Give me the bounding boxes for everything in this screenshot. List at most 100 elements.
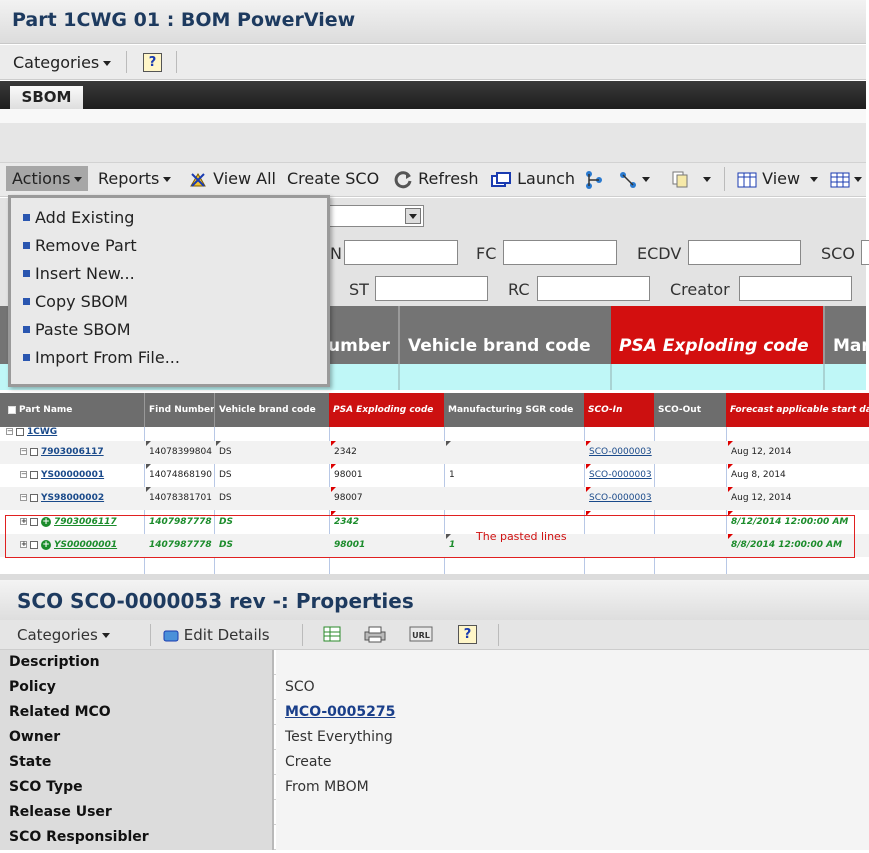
row-checkbox[interactable] [30, 470, 38, 479]
header-manufacturing[interactable]: Man [825, 306, 869, 364]
url-icon[interactable]: URL [408, 625, 434, 643]
edit-details-button[interactable]: Edit Details [163, 626, 270, 644]
view-all-button[interactable]: View All [189, 169, 276, 188]
part-link[interactable]: 1CWG [27, 427, 57, 437]
actions-label: Actions [12, 169, 71, 188]
menu-item-import-from-file[interactable]: Import From File... [23, 348, 180, 367]
n-label: N [330, 244, 342, 263]
menu-item-copy-sbom[interactable]: Copy SBOM [23, 292, 128, 311]
property-row-state: State Create [0, 750, 869, 775]
chevron-down-icon [854, 177, 862, 182]
reports-menu-button[interactable]: Reports [98, 169, 172, 188]
toolbar-divider [302, 624, 303, 646]
cell-part-name: − YS98000002 [16, 487, 144, 510]
th-sco-in[interactable]: SCO-In [584, 393, 654, 427]
column-divider [823, 364, 825, 390]
menu-item-add-existing[interactable]: Add Existing [22, 208, 134, 227]
help-icon[interactable]: ? [458, 625, 477, 644]
launch-button[interactable]: Launch [490, 169, 575, 189]
row-checkbox[interactable] [30, 447, 38, 456]
table-view-icon [737, 172, 757, 187]
property-value: MCO-0005275 [276, 700, 869, 725]
fc-input[interactable] [503, 240, 617, 265]
tree-options-button[interactable] [618, 169, 650, 190]
row-checkbox[interactable] [30, 493, 38, 502]
related-mco-link[interactable]: MCO-0005275 [285, 704, 395, 720]
view-all-icon [190, 173, 206, 187]
st-input[interactable] [375, 276, 488, 301]
view-menu-button[interactable]: View [737, 169, 819, 188]
url-icon-label: URL [412, 631, 430, 640]
expand-tree-button[interactable] [584, 169, 604, 190]
header-psa-exploding-code[interactable]: PSA Exploding code [611, 306, 823, 364]
table-row-root[interactable]: − 1CWG [0, 427, 869, 441]
spreadsheet-export-icon[interactable] [320, 625, 346, 643]
refresh-button[interactable]: Refresh [394, 169, 479, 189]
toolbar-divider [150, 624, 151, 646]
launch-label: Launch [517, 169, 576, 188]
create-sco-button[interactable]: Create SCO [287, 169, 379, 188]
header-vehicle-brand-code[interactable]: Vehicle brand code [400, 306, 610, 364]
help-icon[interactable]: ? [143, 53, 162, 72]
n-input[interactable] [344, 240, 458, 265]
th-psa-exploding-code[interactable]: PSA Exploding code [329, 393, 444, 427]
th-forecast-start-date[interactable]: Forecast applicable start date [726, 393, 869, 427]
sco-link[interactable]: SCO-0000003 [589, 493, 652, 503]
chevron-down-icon [74, 177, 83, 182]
column-divider [610, 364, 612, 390]
dropdown-arrow-icon [405, 208, 421, 224]
property-row-description: Description [0, 650, 869, 675]
change-marker [146, 487, 151, 492]
property-row-related-mco: Related MCO MCO-0005275 [0, 700, 869, 725]
creator-label: Creator [670, 280, 730, 299]
change-marker [728, 464, 733, 469]
tab-sbom[interactable]: SBOM [10, 86, 83, 109]
th-vehicle-brand-code[interactable]: Vehicle brand code [215, 393, 329, 427]
collapse-toggle-icon[interactable]: − [20, 494, 27, 501]
part-link[interactable]: 7903006117 [41, 447, 104, 457]
print-icon[interactable] [362, 625, 388, 643]
view-select[interactable] [326, 205, 424, 227]
categories-menu[interactable]: Categories [13, 53, 112, 72]
cell-sco-out [655, 441, 726, 464]
row-checkbox[interactable] [16, 427, 24, 436]
ecdv-input[interactable] [688, 240, 801, 265]
cell-part-name: − 7903006117 [16, 441, 144, 464]
collapse-toggle-icon[interactable]: − [20, 448, 27, 455]
sco-link[interactable]: SCO-0000003 [589, 447, 652, 457]
menu-item-insert-new[interactable]: Insert New... [23, 264, 135, 283]
table-row[interactable]: − YS98000002 14078381701 DS 98007 SCO-000… [0, 487, 869, 510]
select-all-checkbox[interactable] [8, 405, 16, 414]
change-marker [216, 441, 221, 446]
grid-options-button[interactable] [830, 169, 862, 188]
creator-input[interactable] [739, 276, 852, 301]
bom-table-header: Part Name Find Number Vehicle brand code… [0, 393, 869, 427]
header-find-number[interactable]: umber [320, 306, 398, 364]
menu-item-remove-part[interactable]: Remove Part [23, 236, 137, 255]
table-row[interactable]: − YS00000001 14074868190 DS 98001 1 SCO-0… [0, 464, 869, 487]
part-link[interactable]: YS98000002 [41, 493, 104, 503]
rc-input[interactable] [537, 276, 650, 301]
properties-title: SCO SCO-0000053 rev -: Properties [17, 589, 414, 613]
sco-input[interactable] [861, 240, 869, 265]
th-sco-out[interactable]: SCO-Out [654, 393, 726, 427]
th-part-name[interactable]: Part Name [0, 393, 144, 427]
chevron-down-icon [810, 177, 819, 182]
collapse-toggle-icon[interactable]: − [6, 428, 13, 435]
menu-item-paste-sbom[interactable]: Paste SBOM [23, 320, 131, 339]
sco-link[interactable]: SCO-0000003 [589, 470, 652, 480]
table-row[interactable]: − 7903006117 14078399804 DS 2342 SCO-0000… [0, 441, 869, 464]
collapse-toggle-icon[interactable]: − [20, 471, 27, 478]
actions-menu-button[interactable]: Actions [6, 166, 89, 191]
categories-menu[interactable]: Categories [17, 626, 110, 644]
part-link[interactable]: YS00000001 [41, 470, 104, 480]
ecdv-label: ECDV [637, 244, 682, 263]
th-find-number[interactable]: Find Number [145, 393, 214, 427]
cell-find-number: 14074868190 [149, 470, 212, 480]
cell-find-number: 14078399804 [149, 447, 212, 457]
property-value: SCO [276, 675, 869, 700]
change-marker [446, 441, 451, 446]
copy-options-button[interactable] [671, 169, 711, 189]
title-bar: Part 1CWG 01 : BOM PowerView [0, 0, 866, 44]
th-manufacturing-sgr-code[interactable]: Manufacturing SGR code [444, 393, 584, 427]
